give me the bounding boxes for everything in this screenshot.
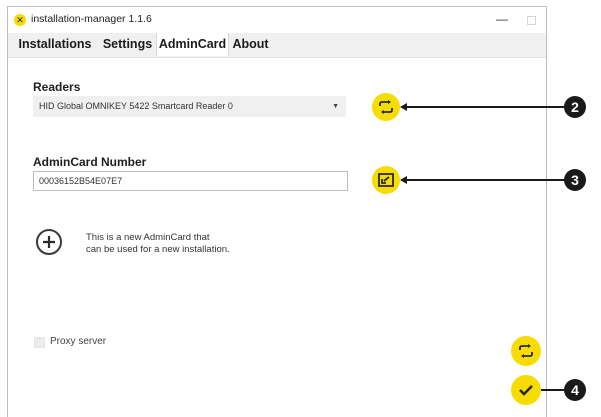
- window-title: installation-manager 1.1.6: [31, 13, 152, 25]
- checkmark-icon: [519, 385, 533, 396]
- tab-about[interactable]: About: [229, 33, 272, 56]
- admincard-number-field[interactable]: 00036152B54E07E7: [33, 171, 348, 191]
- admincard-number-label: AdminCard Number: [33, 155, 147, 169]
- new-admincard-line1: This is a new AdminCard that: [86, 232, 210, 243]
- callout-3-line: [405, 179, 565, 181]
- tab-installations[interactable]: Installations: [11, 33, 99, 56]
- readers-select[interactable]: HID Global OMNIKEY 5422 Smartcard Reader…: [33, 96, 346, 117]
- new-admincard-button[interactable]: [36, 229, 62, 255]
- confirm-button[interactable]: [511, 375, 541, 405]
- callout-3: 3: [564, 169, 586, 191]
- refresh-icon: [379, 100, 393, 114]
- callout-4-line: [541, 389, 565, 391]
- import-admincard-button[interactable]: [372, 166, 400, 194]
- tab-bar: Installations Settings AdminCard About: [8, 33, 546, 58]
- title-bar: ✕ installation-manager 1.1.6 —: [8, 7, 546, 33]
- callout-4: 4: [564, 379, 586, 401]
- refresh-button[interactable]: [511, 336, 541, 366]
- chevron-down-icon: ▼: [332, 103, 339, 110]
- refresh-icon: [519, 344, 533, 358]
- refresh-readers-button[interactable]: [372, 93, 400, 121]
- minimize-button[interactable]: —: [496, 12, 508, 26]
- proxy-server-label: Proxy server: [50, 336, 107, 347]
- callout-2: 2: [564, 96, 586, 118]
- tab-admincard[interactable]: AdminCard: [156, 33, 229, 56]
- proxy-server-checkbox[interactable]: [34, 337, 45, 348]
- new-admincard-line2: can be used for a new installation.: [86, 244, 230, 255]
- new-admincard-description: This is a new AdminCard that can be used…: [86, 232, 256, 256]
- maximize-button[interactable]: [527, 16, 536, 25]
- readers-selected-value: HID Global OMNIKEY 5422 Smartcard Reader…: [39, 101, 233, 111]
- app-window: ✕ installation-manager 1.1.6 — Installat…: [7, 6, 547, 417]
- plus-icon: [43, 236, 55, 248]
- readers-label: Readers: [33, 80, 81, 94]
- import-icon: [378, 173, 394, 187]
- tab-settings[interactable]: Settings: [99, 33, 156, 56]
- callout-2-line: [405, 106, 565, 108]
- app-icon: ✕: [14, 14, 26, 26]
